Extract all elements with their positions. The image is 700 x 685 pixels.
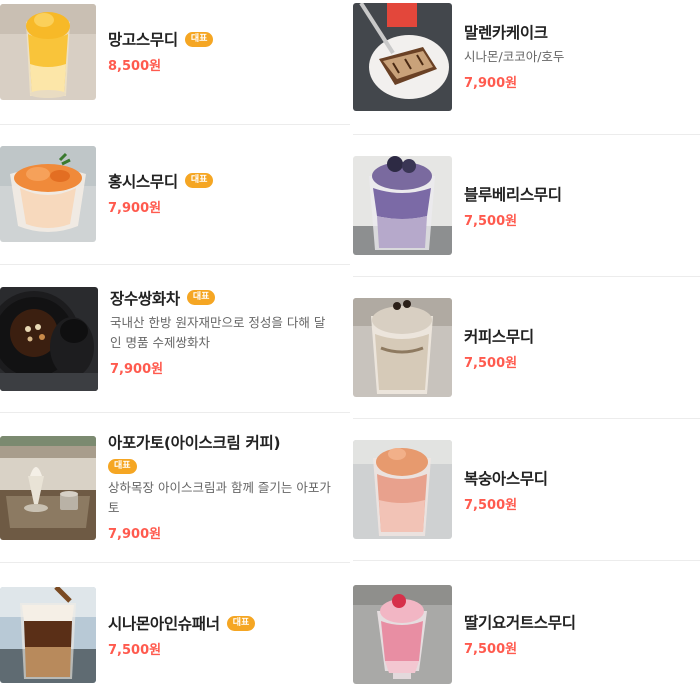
- menu-item-title: 말렌카케이크: [464, 24, 548, 42]
- menu-item-title: 블루베리스무디: [464, 185, 562, 204]
- menu-item-title: 딸기요거트스무디: [464, 614, 576, 632]
- menu-item-description: 시나몬/코코아/호두: [464, 49, 565, 64]
- menu-item-title: 장수쌍화차: [110, 289, 180, 308]
- signature-badge: 대표: [108, 459, 137, 474]
- menu-item-blueberry-smoothie[interactable]: 블루베리스무디 7,500원: [353, 135, 700, 277]
- menu-item-cinnamon-einspanner[interactable]: 시나몬아인슈패너 대표 7,500원: [0, 563, 350, 685]
- menu-item-price: 7,900원: [464, 76, 518, 91]
- menu-column-right: 말렌카케이크 시나몬/코코아/호두 7,900원 블루베리스무디 7,500원 …: [353, 0, 700, 685]
- menu-item-price: 7,500원: [108, 643, 162, 658]
- signature-badge: 대표: [186, 290, 216, 305]
- menu-item-title: 커피스무디: [464, 327, 534, 346]
- menu-item-price: 7,900원: [110, 361, 164, 377]
- menu-item-peach-smoothie[interactable]: 복숭아스무디 7,500원: [353, 419, 700, 561]
- menu-column-left: 망고스무디 대표 8,500원 홍시스무디 대표 7,900원 장수쌍화차 대표…: [0, 0, 350, 685]
- menu-item-price: 7,500원: [464, 497, 518, 513]
- menu-item-price: 8,500원: [108, 59, 162, 74]
- menu-item-malenka-cake[interactable]: 말렌카케이크 시나몬/코코아/호두 7,900원: [353, 0, 700, 135]
- persimmon-smoothie-photo: [0, 145, 96, 242]
- menu-item-title: 홍시스무디: [108, 172, 178, 191]
- menu-item-persimmon-smoothie[interactable]: 홍시스무디 대표 7,900원: [0, 125, 350, 265]
- menu-page: 망고스무디 대표 8,500원 홍시스무디 대표 7,900원 장수쌍화차 대표…: [0, 0, 700, 685]
- menu-item-price: 7,900원: [108, 200, 162, 216]
- peach-smoothie-photo: [353, 440, 452, 539]
- menu-item-title: 아포가토(아이스크림 커피): [108, 434, 281, 452]
- signature-badge: 대표: [184, 31, 214, 47]
- menu-item-title: 복숭아스무디: [464, 469, 548, 488]
- menu-item-coffee-smoothie[interactable]: 커피스무디 7,500원: [353, 277, 700, 419]
- menu-item-affogato[interactable]: 아포가토(아이스크림 커피) 대표 상하목장 아이스크림과 함께 즐기는 아포가…: [0, 413, 350, 563]
- menu-item-price: 7,500원: [464, 213, 518, 229]
- menu-item-price: 7,900원: [108, 527, 162, 542]
- blueberry-smoothie-photo: [353, 156, 452, 255]
- malenka-cake-photo: [353, 3, 452, 111]
- ssanghwa-tea-photo: [0, 286, 98, 391]
- menu-item-ssanghwa-tea[interactable]: 장수쌍화차 대표 국내산 한방 원자재만으로 정성을 다해 달인 명품 수제쌍화…: [0, 265, 350, 413]
- mango-smoothie-photo: [0, 4, 96, 100]
- menu-item-description: 상하목장 아이스크림과 함께 즐기는 아포가토: [108, 480, 331, 515]
- coffee-smoothie-photo: [353, 298, 452, 397]
- signature-badge: 대표: [226, 615, 256, 631]
- menu-item-price: 7,500원: [464, 355, 518, 371]
- menu-item-title: 망고스무디: [108, 31, 178, 49]
- menu-item-price: 7,500원: [464, 642, 518, 657]
- cinnamon-einspanner-photo: [0, 587, 96, 683]
- signature-badge: 대표: [184, 173, 214, 188]
- strawberry-yogurt-smoothie-photo: [353, 584, 452, 684]
- affogato-photo: [0, 435, 96, 540]
- menu-item-title: 시나몬아인슈패너: [108, 615, 220, 633]
- menu-item-mango-smoothie[interactable]: 망고스무디 대표 8,500원: [0, 0, 350, 125]
- menu-item-description: 국내산 한방 원자재만으로 정성을 다해 달인 명품 수제쌍화차: [110, 314, 326, 350]
- menu-item-strawberry-yogurt-smoothie[interactable]: 딸기요거트스무디 7,500원: [353, 561, 700, 685]
